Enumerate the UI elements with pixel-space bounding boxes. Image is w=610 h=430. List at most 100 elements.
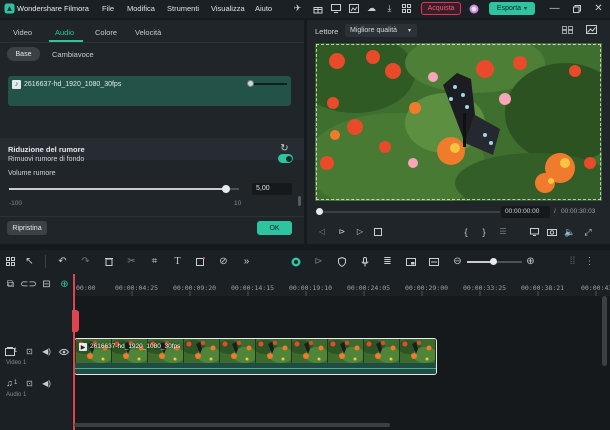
undo-icon[interactable]: ↶ bbox=[57, 256, 68, 267]
timeline-horizontal-scrollbar[interactable] bbox=[74, 423, 390, 427]
ruler-tick: 00:00:14:15 bbox=[231, 284, 275, 292]
folder-icon[interactable]: ⊡ bbox=[24, 346, 35, 357]
ruler-tick: 00:00:43 bbox=[581, 284, 610, 292]
previous-frame-icon[interactable]: ◁ bbox=[317, 227, 327, 237]
tab-color[interactable]: Colore bbox=[95, 28, 117, 37]
more-options-icon[interactable]: ⋮ bbox=[584, 256, 595, 267]
shape-icon[interactable] bbox=[195, 256, 206, 267]
more-tools-icon[interactable]: » bbox=[241, 256, 252, 267]
picture-in-picture-icon[interactable] bbox=[405, 256, 416, 267]
panel-footer-divider bbox=[0, 216, 304, 217]
title-bar: Wondershare Filmora File Modifica Strume… bbox=[0, 0, 610, 18]
color-match-icon[interactable]: ⊘ bbox=[218, 256, 229, 267]
camera-icon[interactable] bbox=[547, 227, 557, 237]
step-forward-icon[interactable]: ⊳ bbox=[337, 227, 347, 237]
shield-icon[interactable] bbox=[336, 256, 347, 267]
zoom-slider-handle[interactable] bbox=[490, 258, 497, 265]
split-scissors-icon[interactable]: ✂ bbox=[126, 256, 137, 267]
audio-clip-volume-handle[interactable] bbox=[247, 80, 254, 87]
remove-noise-toggle[interactable] bbox=[278, 154, 293, 163]
minimize-icon[interactable]: — bbox=[549, 3, 560, 14]
link-icon[interactable]: ⊂⊃ bbox=[20, 279, 37, 290]
volume-icon[interactable]: 🔈 bbox=[564, 227, 575, 237]
ok-button[interactable]: OK bbox=[257, 221, 292, 235]
render-icon[interactable] bbox=[290, 256, 301, 267]
microphone-icon[interactable] bbox=[359, 256, 370, 267]
layout-icon[interactable] bbox=[561, 24, 573, 35]
text-icon[interactable]: T bbox=[172, 256, 183, 267]
magnet-icon[interactable]: ⊕ bbox=[59, 279, 70, 290]
menu-edit[interactable]: Modifica bbox=[127, 4, 155, 13]
video-preview[interactable] bbox=[315, 43, 602, 201]
play-circle-icon[interactable]: ⊳ bbox=[313, 256, 324, 267]
snapshot-image-icon[interactable] bbox=[585, 24, 597, 35]
send-icon[interactable]: ✈ bbox=[292, 3, 303, 14]
eye-icon[interactable] bbox=[58, 346, 69, 357]
avatar[interactable] bbox=[468, 3, 479, 14]
screen-icon[interactable] bbox=[330, 3, 341, 14]
play-icon[interactable]: ▷ bbox=[355, 227, 365, 237]
panel-scrollbar[interactable] bbox=[298, 196, 301, 206]
redo-icon[interactable]: ↷ bbox=[80, 256, 91, 267]
quality-dropdown[interactable]: Migliore qualità ▾ bbox=[345, 24, 417, 37]
ruler[interactable]: 00:00 00:00:04:25 00:00:09:20 00:00:14:1… bbox=[74, 274, 610, 297]
quality-value: Migliore qualità bbox=[350, 27, 398, 34]
subtab-voice-changer[interactable]: Cambiavoce bbox=[52, 50, 94, 59]
voiceover-icon[interactable]: ≣ bbox=[382, 256, 393, 267]
preview-progress-track[interactable] bbox=[319, 211, 500, 213]
menu-help[interactable]: Aiuto bbox=[255, 4, 272, 13]
snap-icon[interactable]: ⊟ bbox=[41, 279, 52, 290]
ruler-tick: 00:00:38:21 bbox=[521, 284, 565, 292]
grip-icon[interactable]: ⁞⁞ bbox=[567, 256, 578, 267]
zoom-in-icon[interactable]: ⊕ bbox=[525, 256, 536, 267]
menu-file[interactable]: File bbox=[102, 4, 114, 13]
tab-speed[interactable]: Velocità bbox=[135, 28, 161, 37]
folder-icon[interactable]: ⊡ bbox=[24, 378, 35, 389]
speaker-icon[interactable]: ◀) bbox=[41, 378, 52, 389]
fullscreen-icon[interactable]: ⤢ bbox=[583, 227, 593, 237]
delete-icon[interactable] bbox=[103, 256, 114, 267]
tab-audio[interactable]: Audio bbox=[55, 28, 74, 37]
mark-out-icon[interactable]: } bbox=[479, 227, 489, 237]
zoom-out-icon[interactable]: ⊖ bbox=[452, 256, 463, 267]
buy-button[interactable]: Acquista bbox=[421, 2, 461, 15]
noise-value-input[interactable]: 5,00 bbox=[252, 183, 292, 195]
layout-grid-icon[interactable] bbox=[5, 256, 16, 267]
editor-panel: Video Audio Colore Velocità Base Cambiav… bbox=[0, 20, 304, 244]
menu-view[interactable]: Visualizza bbox=[211, 4, 245, 13]
download-icon[interactable]: ⤓ bbox=[384, 3, 395, 14]
media-icon[interactable] bbox=[348, 3, 359, 14]
audio-track-name: Audio 1 bbox=[6, 392, 27, 398]
reset-section-icon[interactable]: ↻ bbox=[279, 143, 290, 154]
preview-progress-handle[interactable] bbox=[316, 208, 323, 215]
restore-icon[interactable] bbox=[571, 3, 582, 14]
subtab-base[interactable]: Base bbox=[7, 47, 40, 61]
crop-icon[interactable]: ⌗ bbox=[149, 256, 160, 267]
select-tool-icon[interactable]: ↖ bbox=[24, 256, 35, 267]
reset-button[interactable]: Ripristina bbox=[7, 221, 47, 235]
noise-volume-slider-handle[interactable] bbox=[222, 185, 230, 193]
add-track-icon[interactable]: ⧉ bbox=[5, 279, 16, 290]
grid-icon[interactable] bbox=[401, 3, 412, 14]
ruler-tick: 00:00:33:25 bbox=[463, 284, 507, 292]
marker-icon[interactable]: ☰ bbox=[497, 227, 509, 237]
export-button[interactable]: Esporta ▾ bbox=[489, 2, 535, 15]
gift-icon[interactable] bbox=[312, 3, 323, 14]
video-track-name: Video 1 bbox=[6, 360, 27, 366]
audio-clip-card[interactable]: ♪ 2616637-hd_1920_1080_30fps bbox=[8, 76, 291, 106]
cloud-icon[interactable]: ☁ bbox=[366, 3, 377, 14]
video-clip-name: 2616637-hd_1920_1080_30fps bbox=[90, 343, 181, 350]
display-icon[interactable] bbox=[529, 227, 539, 237]
subtitle-icon[interactable] bbox=[428, 256, 439, 267]
stop-icon[interactable] bbox=[373, 227, 383, 237]
mark-in-icon[interactable]: { bbox=[461, 227, 471, 237]
close-icon[interactable]: ✕ bbox=[593, 3, 604, 14]
speaker-icon[interactable]: ◀) bbox=[41, 346, 52, 357]
tab-video[interactable]: Video bbox=[13, 28, 32, 37]
current-time-box[interactable]: 00:00:00:00 bbox=[501, 206, 550, 218]
remove-noise-label: Rimuovi rumore di fondo bbox=[8, 156, 85, 163]
menu-tools[interactable]: Strumenti bbox=[167, 4, 199, 13]
playhead-line[interactable] bbox=[73, 274, 75, 430]
timeline-vertical-scrollbar[interactable] bbox=[602, 296, 607, 366]
video-clip[interactable]: ▶ 2616637-hd_1920_1080_30fps bbox=[74, 338, 437, 375]
